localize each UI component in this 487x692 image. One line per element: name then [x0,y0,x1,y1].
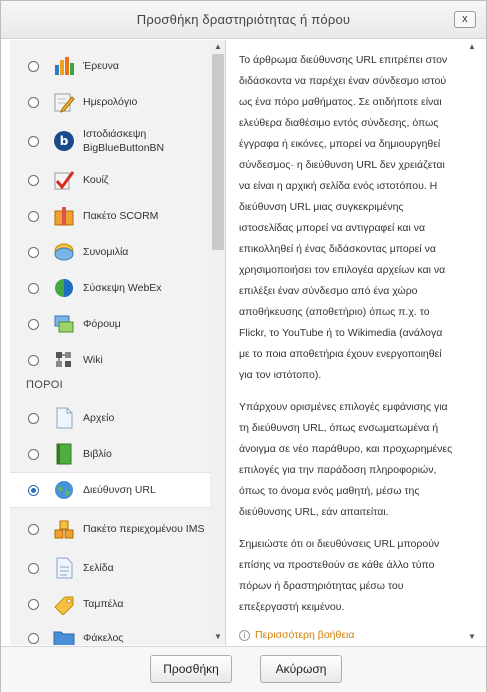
more-help-label[interactable]: Περισσότερη βοήθεια [255,625,354,646]
description-scrollbar[interactable]: ▲ ▼ [465,40,479,645]
info-icon: i [239,630,250,641]
add-button-label: Προσθήκη [163,662,219,676]
radio-button-selected[interactable] [28,484,39,496]
radio-button[interactable] [28,412,39,424]
close-button[interactable]: x [454,11,476,28]
radio-button[interactable] [28,562,39,574]
option-list: Έρευνα Ημερολόγιο b Ιστοδιάσκεψη BigBlue… [10,40,226,645]
option-wiki[interactable]: Wiki [10,342,210,378]
option-folder[interactable]: Φάκελος [10,620,210,645]
radio-button[interactable] [28,354,39,366]
option-label: Πακέτο SCORM [83,210,159,222]
option-quiz[interactable]: Κουίζ [10,162,210,198]
bar-chart-icon [53,55,75,77]
bigbluebutton-icon: b [53,130,75,152]
radio-button[interactable] [28,246,39,258]
dialog-title: Προσθήκη δραστηριότητας ή πόρου [136,12,351,27]
option-file[interactable]: Αρχείο [10,400,210,436]
ims-package-icon [53,518,75,540]
description-paragraph: Σημειώστε ότι οι διευθύνσεις URL μπορούν… [239,538,440,613]
page-icon [53,557,75,579]
cancel-button-label: Ακύρωση [275,662,327,676]
option-label: Κουίζ [83,174,109,186]
cancel-button[interactable]: Ακύρωση [260,655,342,683]
book-icon [53,443,75,465]
description-paragraph: Το άρθρωμα διεύθυνσης URL επιτρέπει στον… [239,54,448,381]
option-label: Βιβλίο [83,448,112,460]
option-forum[interactable]: Φόρουμ [10,306,210,342]
description-paragraph: Υπάρχουν ορισμένες επιλογές εμφάνισης γι… [239,401,453,518]
svg-text:b: b [60,134,69,148]
partial-icon [53,40,75,44]
option-label: Wiki [83,354,103,366]
option-label: Σελίδα [83,562,114,574]
option-label: Ημερολόγιο [83,96,138,108]
option-survey[interactable]: Έρευνα [10,48,210,84]
option-label: Ιστοδιάσκεψη BigBlueButtonBN [83,128,165,154]
option-label: Συνομιλία [83,246,129,258]
description-text: Το άρθρωμα διεύθυνσης URL επιτρέπει στον… [239,50,455,646]
dialog-titlebar: Προσθήκη δραστηριότητας ή πόρου x [1,1,486,39]
description-panel: Το άρθρωμα διεύθυνσης URL επιτρέπει στον… [227,40,479,645]
folder-icon [53,627,75,645]
radio-button[interactable] [28,282,39,294]
option-label: Αρχείο [83,412,115,424]
forum-icon [53,313,75,335]
radio-button[interactable] [28,448,39,460]
close-icon: x [462,13,468,25]
option-label: Διεύθυνση URL [83,484,156,496]
scroll-down-icon[interactable]: ▼ [468,632,476,641]
option-url[interactable]: Διεύθυνση URL [10,472,225,508]
add-button[interactable]: Προσθήκη [150,655,232,683]
option-label: Φάκελος [83,632,124,644]
dialog-footer: Προσθήκη Ακύρωση [1,646,486,692]
option-label: Σύσκεψη WebEx [83,282,162,294]
option-webex[interactable]: Σύσκεψη WebEx [10,270,210,306]
url-globe-icon [53,479,75,501]
scroll-down-icon[interactable]: ▼ [214,632,222,641]
radio-button[interactable] [28,318,39,330]
option-label: Έρευνα [83,60,119,72]
radio-button[interactable] [28,598,39,610]
option-list-scrollbar[interactable]: ▲ ▼ [210,40,225,645]
journal-pencil-icon [53,91,75,113]
option-label-resource[interactable]: Ταμπέλα [10,586,210,622]
radio-button[interactable] [28,174,39,186]
radio-button[interactable] [28,210,39,222]
more-help-link[interactable]: i Περισσότερη βοήθεια [239,625,455,646]
option-ims[interactable]: Πακέτο περιεχομένου IMS [10,508,210,550]
resources-heading: ΠΟΡΟΙ [26,379,63,391]
radio-button[interactable] [28,523,39,535]
scrollbar-thumb[interactable] [212,54,224,250]
add-activity-dialog: Προσθήκη δραστηριότητας ή πόρου x Έρευνα [0,0,487,692]
wiki-icon [53,349,75,371]
option-book[interactable]: Βιβλίο [10,436,210,472]
option-journal[interactable]: Ημερολόγιο [10,84,210,120]
option-label: Φόρουμ [83,318,121,330]
option-chat[interactable]: Συνομιλία [10,234,210,270]
label-tag-icon [53,593,75,616]
option-bigbluebutton[interactable]: b Ιστοδιάσκεψη BigBlueButtonBN [10,120,210,162]
option-page[interactable]: Σελίδα [10,550,210,586]
radio-button[interactable] [28,632,39,644]
scroll-up-icon[interactable]: ▲ [468,42,476,51]
option-scorm[interactable]: Πακέτο SCORM [10,198,210,234]
radio-button[interactable] [28,135,39,147]
option-label: Πακέτο περιεχομένου IMS [83,523,205,535]
chat-bubble-icon [53,241,75,263]
radio-button[interactable] [28,60,39,72]
scorm-package-icon [53,205,75,227]
file-icon [53,407,75,429]
webex-icon [53,277,75,299]
scroll-up-icon[interactable]: ▲ [214,42,222,51]
dialog-body: Έρευνα Ημερολόγιο b Ιστοδιάσκεψη BigBlue… [10,40,479,645]
option-label: Ταμπέλα [83,598,124,610]
quiz-checkmark-icon [53,169,75,191]
radio-button[interactable] [28,96,39,108]
